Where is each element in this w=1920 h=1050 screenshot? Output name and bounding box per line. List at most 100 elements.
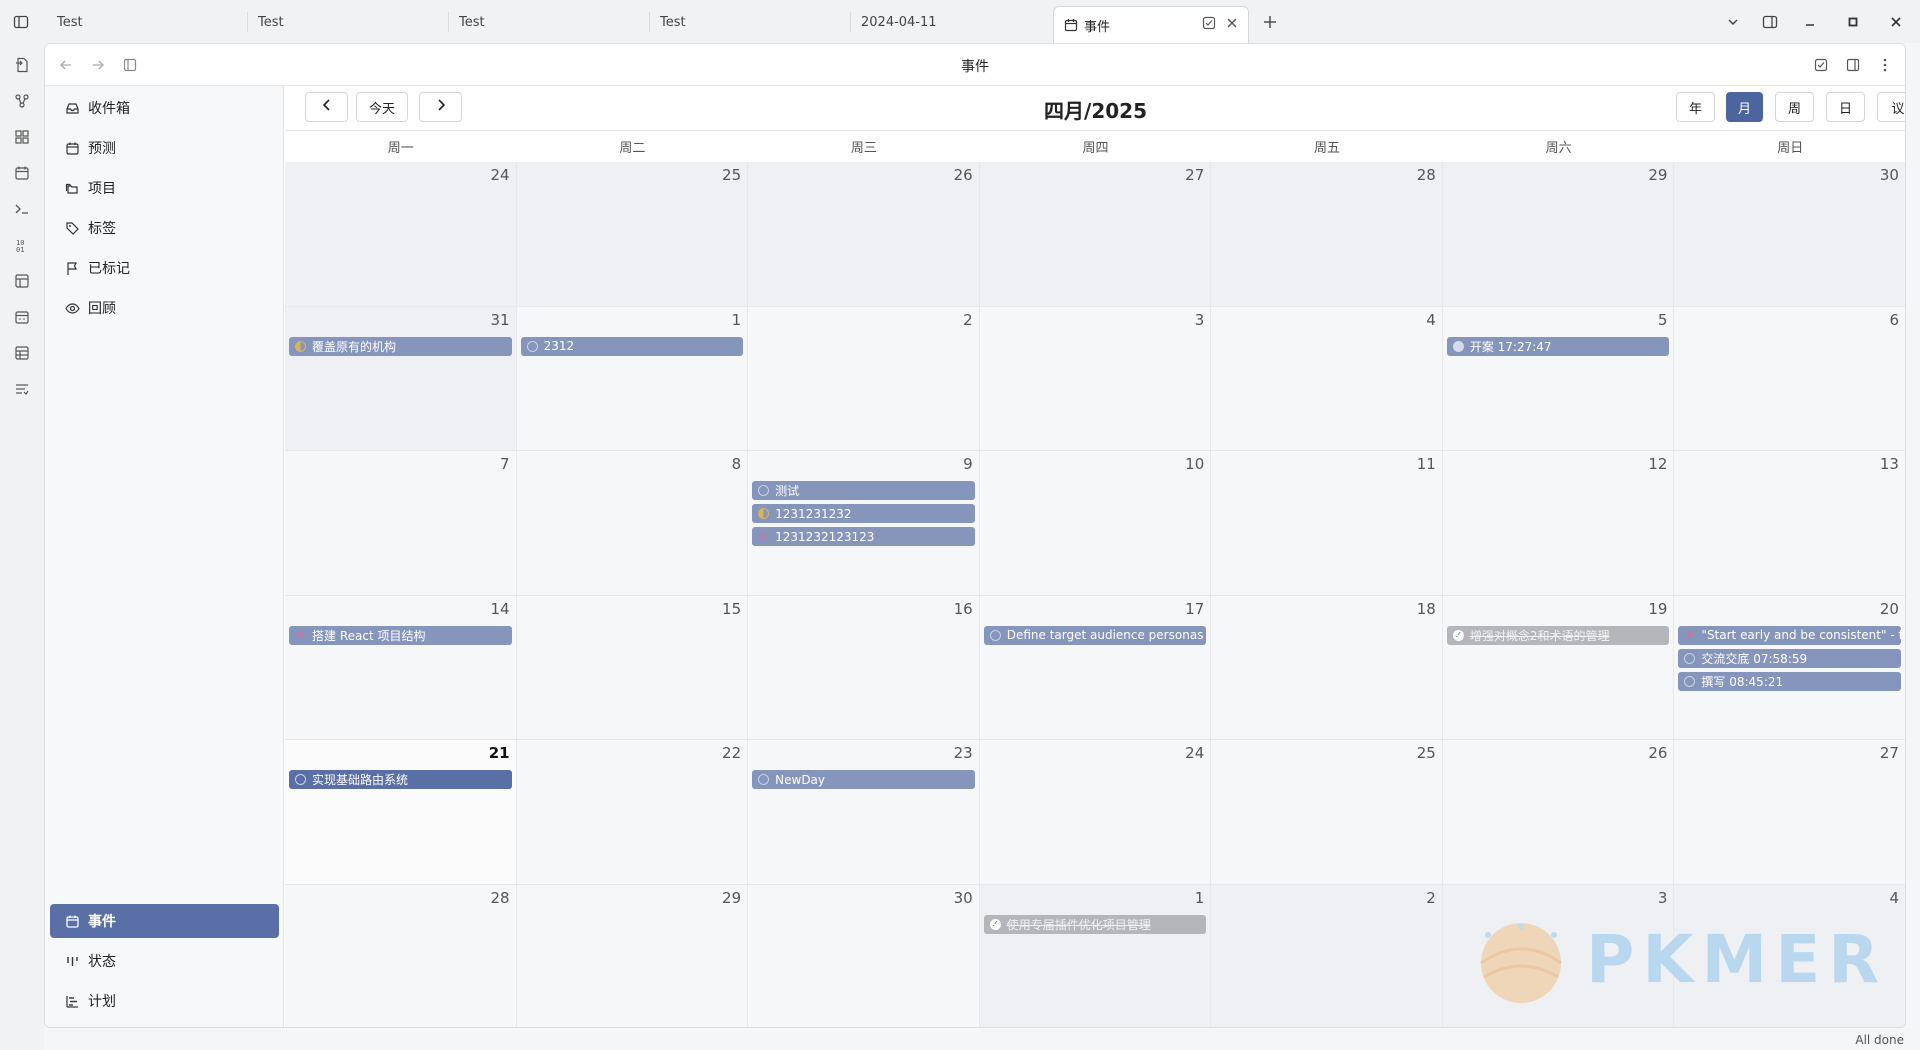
sidebar-item-review[interactable]: 回顾	[50, 291, 279, 325]
day-cell[interactable]: 29	[1442, 162, 1675, 307]
todo-status-icon[interactable]	[989, 629, 1001, 641]
calendar-icon[interactable]	[11, 162, 33, 184]
view-month-button[interactable]: 月	[1726, 92, 1763, 122]
day-cell[interactable]: 8	[516, 451, 749, 596]
calendar-event[interactable]: ✕ "Start early and be consistent" - finar	[1678, 625, 1901, 645]
day-cell[interactable]: 19 ✓ 增强对概念2和术语的管理	[1442, 595, 1675, 740]
calendar-event[interactable]: ✕ 搭建 React 项目结构	[289, 625, 512, 645]
sidebar-item-inbox[interactable]: 收件箱	[50, 91, 279, 125]
day-cell[interactable]: 9 测试 1231231232 ✕ 1231232123123	[748, 451, 980, 596]
binary-icon[interactable]: 10 01	[11, 234, 33, 256]
sidebar-item-status[interactable]: 状态	[50, 944, 279, 978]
view-day-button[interactable]: 日	[1826, 92, 1865, 122]
day-cell[interactable]: 22	[516, 740, 749, 885]
day-cell[interactable]: 24	[979, 740, 1212, 885]
cancelled-status-icon[interactable]: ✕	[1684, 628, 1695, 642]
calendar-event[interactable]: 覆盖原有的机构	[289, 336, 512, 356]
day-cell[interactable]: 31 覆盖原有的机构	[285, 306, 517, 451]
calendar-event[interactable]: 测试	[752, 481, 975, 500]
tab-date[interactable]: 2024-04-11	[851, 6, 1041, 38]
sidebar-item-events[interactable]: 事件	[50, 904, 279, 938]
day-cell[interactable]: 17 Define target audience personas	[979, 595, 1212, 740]
minimize-icon[interactable]	[1799, 11, 1821, 33]
day-cell[interactable]: 16	[748, 595, 980, 740]
done-status-icon[interactable]: ✓	[989, 918, 1001, 930]
abandoned-status-icon[interactable]	[1452, 340, 1464, 352]
edit-check-icon[interactable]	[1202, 16, 1216, 34]
day-cell[interactable]: 24	[285, 162, 517, 307]
calendar-event[interactable]: 2312	[520, 336, 744, 356]
reading-view-icon[interactable]	[1842, 54, 1864, 76]
maximize-icon[interactable]	[1842, 11, 1864, 33]
day-cell[interactable]: 30	[1674, 162, 1905, 307]
day-cell[interactable]: 2	[1211, 884, 1443, 1027]
calendar-event[interactable]: 开案 17:27:47	[1446, 336, 1670, 356]
sidebar-item-tags[interactable]: 标签	[50, 211, 279, 245]
day-cell[interactable]: 12	[1442, 451, 1675, 596]
calendar-event[interactable]: 1231231232	[752, 504, 975, 523]
view-agenda-button[interactable]: 议程	[1877, 92, 1905, 122]
terminal-icon[interactable]	[11, 198, 33, 220]
tab-test-3[interactable]: Test	[449, 6, 639, 38]
day-cell[interactable]: 21 实现基础路由系统	[285, 740, 517, 885]
day-cell[interactable]: 20 ✕ "Start early and be consistent" - fin…	[1674, 595, 1905, 740]
sidebar-item-flagged[interactable]: 已标记	[50, 251, 279, 285]
calendar-event[interactable]: 交流交底 07:58:59	[1678, 648, 1901, 668]
calendar-event[interactable]: ✓ 使用专届插件优化项目管理	[983, 914, 1207, 934]
blocks-icon[interactable]	[11, 126, 33, 148]
calendar-days-icon[interactable]	[11, 306, 33, 328]
day-cell[interactable]: 18	[1211, 595, 1443, 740]
tab-events[interactable]: 事件	[1053, 6, 1249, 43]
tab-test-1[interactable]: Test	[47, 6, 237, 38]
sidebar-item-plan[interactable]: 计划	[50, 984, 279, 1018]
new-tab-icon[interactable]	[1259, 11, 1281, 33]
cancelled-status-icon[interactable]: ✕	[758, 530, 769, 544]
split-view-icon[interactable]	[1759, 11, 1781, 33]
calendar-event[interactable]: ✓ 增强对概念2和术语的管理	[1446, 625, 1670, 645]
day-cell[interactable]: 10	[979, 451, 1212, 596]
calendar-event[interactable]: 撰写 08:45:21	[1678, 671, 1901, 691]
day-cell[interactable]: 23 NewDay	[748, 740, 980, 885]
sidebar-item-forecast[interactable]: 预测	[50, 131, 279, 165]
day-cell[interactable]: 13	[1674, 451, 1905, 596]
tab-test-4[interactable]: Test	[650, 6, 840, 38]
calendar-event[interactable]: 实现基础路由系统	[289, 770, 512, 789]
day-cell[interactable]: 11	[1211, 451, 1443, 596]
sidebar-item-projects[interactable]: 项目	[50, 171, 279, 205]
calendar-event[interactable]: ✕ 1231232123123	[752, 527, 975, 546]
day-cell[interactable]: 28	[285, 884, 517, 1027]
day-cell[interactable]: 26	[748, 162, 980, 307]
day-cell[interactable]: 3	[979, 306, 1212, 451]
window-close-icon[interactable]	[1885, 11, 1907, 33]
day-cell[interactable]: 27	[979, 162, 1212, 307]
calendar-event[interactable]: NewDay	[752, 770, 975, 789]
day-cell[interactable]: 25	[1211, 740, 1443, 885]
list-icon[interactable]	[11, 378, 33, 400]
todo-status-icon[interactable]	[295, 774, 306, 785]
sidebar-toggle-icon[interactable]	[10, 11, 32, 33]
day-cell[interactable]: 1 ✓ 使用专届插件优化项目管理	[979, 884, 1212, 1027]
in-progress-status-icon[interactable]	[295, 340, 306, 352]
view-year-button[interactable]: 年	[1676, 92, 1715, 122]
day-cell[interactable]: 6	[1674, 306, 1905, 451]
view-week-button[interactable]: 周	[1775, 92, 1814, 122]
file-switch-icon[interactable]	[11, 54, 33, 76]
day-cell[interactable]: 26	[1442, 740, 1675, 885]
done-status-icon[interactable]: ✓	[1452, 629, 1464, 641]
day-cell[interactable]: 4	[1211, 306, 1443, 451]
tab-test-2[interactable]: Test	[248, 6, 438, 38]
day-cell[interactable]: 15	[516, 595, 749, 740]
calendar-event[interactable]: Define target audience personas	[983, 625, 1207, 645]
layout-icon[interactable]	[11, 270, 33, 292]
todo-status-icon[interactable]	[758, 485, 770, 496]
day-cell[interactable]: 14 ✕ 搭建 React 项目结构	[285, 595, 517, 740]
todo-status-icon[interactable]	[1684, 652, 1696, 664]
day-cell[interactable]: 5 开案 17:27:47	[1442, 306, 1675, 451]
day-cell[interactable]: 29	[516, 884, 749, 1027]
in-progress-status-icon[interactable]	[758, 508, 770, 519]
day-cell[interactable]: 2	[748, 306, 980, 451]
day-cell[interactable]: 7	[285, 451, 517, 596]
more-options-icon[interactable]	[1874, 54, 1896, 76]
day-cell[interactable]: 28	[1211, 162, 1443, 307]
todo-status-icon[interactable]	[1684, 675, 1696, 687]
